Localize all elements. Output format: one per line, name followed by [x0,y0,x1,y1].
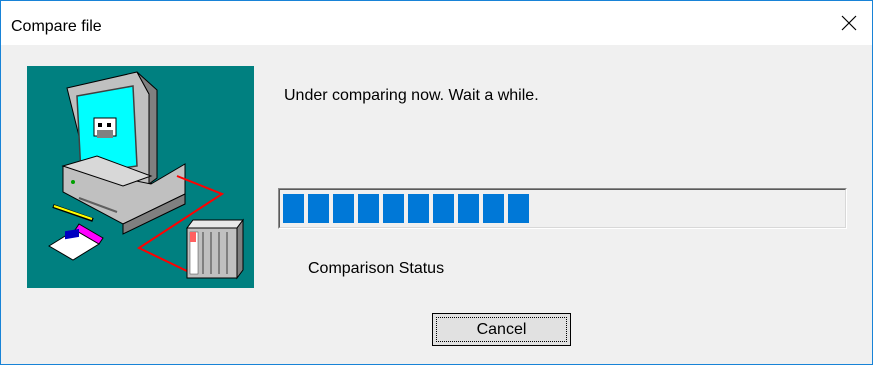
comparison-status-label: Comparison Status [308,260,445,277]
cancel-button[interactable]: Cancel [432,313,571,346]
title-bar[interactable]: Compare file [1,1,872,45]
computer-plc-illustration [27,66,254,288]
close-icon [841,15,857,31]
progress-block [483,194,504,223]
progress-block [433,194,454,223]
progress-block [308,194,329,223]
computer-plc-comparison-icon [48,71,244,280]
compare-file-dialog: Compare file Under comparing now. Wait a… [0,0,873,365]
cancel-button-label: Cancel [436,317,567,342]
progress-block [283,194,304,223]
progress-block [333,194,354,223]
progress-block [408,194,429,223]
comparison-progress-bar [278,188,847,229]
progress-block [458,194,479,223]
close-button[interactable] [826,1,872,45]
progress-fill [283,194,533,223]
progress-block [508,194,529,223]
progress-block [383,194,404,223]
dialog-title: Compare file [11,18,102,35]
status-message: Under comparing now. Wait a while. [284,87,539,104]
progress-block [358,194,379,223]
